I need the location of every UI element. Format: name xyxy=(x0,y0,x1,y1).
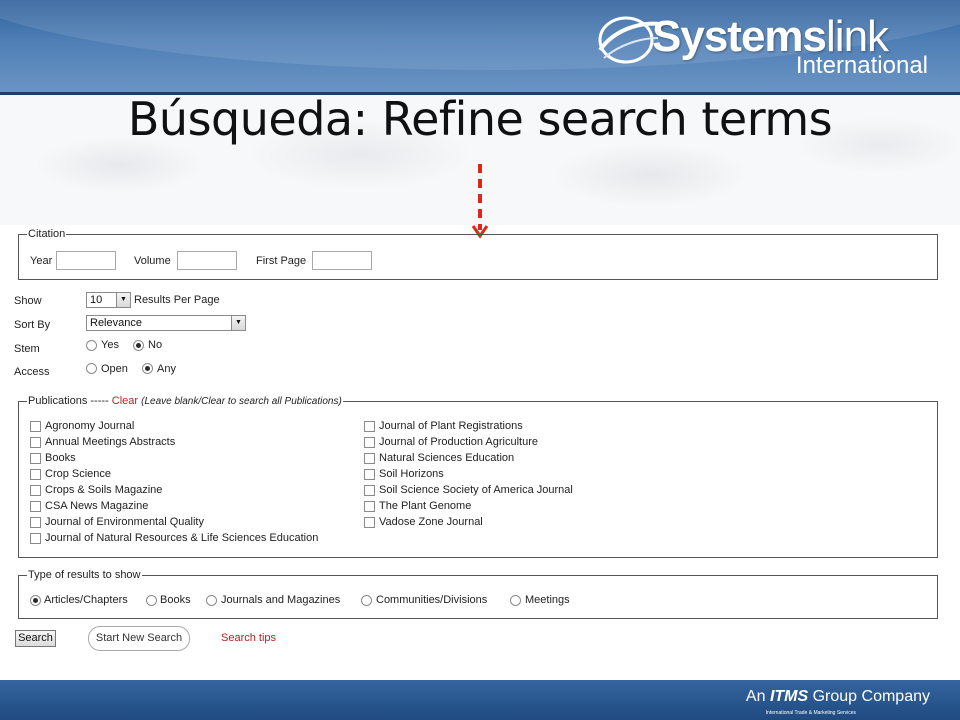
footer-band: An ITMS Group Company International Trad… xyxy=(0,680,960,720)
access-any-radio[interactable] xyxy=(142,363,153,374)
company-tagline: An ITMS Group Company xyxy=(746,688,930,706)
tagline-small-print: International Trade & Marketing Services xyxy=(765,710,856,716)
publication-checkbox[interactable] xyxy=(30,485,41,496)
result-type-label: Books xyxy=(160,594,191,606)
year-label: Year xyxy=(30,255,53,267)
search-form: Citation Year Volume First Page Show 10 … xyxy=(0,0,960,720)
publications-note: (Leave blank/Clear to search all Publica… xyxy=(141,396,342,407)
sort-by-label: Sort By xyxy=(14,319,51,331)
publication-label: Soil Science Society of America Journal xyxy=(379,484,573,496)
result-type-label: Meetings xyxy=(525,594,570,606)
publication-checkbox[interactable] xyxy=(30,421,41,432)
sort-by-select[interactable]: Relevance ▼ xyxy=(86,315,246,331)
tagline-suffix: Group Company xyxy=(812,688,930,705)
chevron-down-icon[interactable]: ▼ xyxy=(231,316,245,330)
publication-checkbox[interactable] xyxy=(30,501,41,512)
publication-checkbox[interactable] xyxy=(364,437,375,448)
publication-label: Books xyxy=(45,452,76,464)
publication-label: Crops & Soils Magazine xyxy=(45,484,163,496)
stem-label: Stem xyxy=(14,343,40,355)
results-per-page-select[interactable]: 10 ▼ xyxy=(86,292,131,308)
result-type-label: Journals and Magazines xyxy=(221,594,341,606)
citation-fieldset: Citation xyxy=(18,228,938,280)
itms-logo-text: ITMS xyxy=(769,688,809,705)
publication-label: Natural Sciences Education xyxy=(379,452,515,464)
publication-label: CSA News Magazine xyxy=(45,500,149,512)
result-type-radio-communities[interactable] xyxy=(361,595,372,606)
publication-checkbox[interactable] xyxy=(30,517,41,528)
publication-label: Journal of Natural Resources & Life Scie… xyxy=(45,532,319,544)
results-per-page-value: 10 xyxy=(90,294,103,306)
first-page-input[interactable] xyxy=(312,251,372,270)
search-button[interactable]: Search xyxy=(15,630,56,647)
publication-checkbox[interactable] xyxy=(364,517,375,528)
volume-label: Volume xyxy=(134,255,171,267)
stem-no-radio[interactable] xyxy=(133,340,144,351)
publication-checkbox[interactable] xyxy=(364,469,375,480)
publication-label: Agronomy Journal xyxy=(45,420,135,432)
publications-legend-text: Publications ----- xyxy=(28,395,109,407)
stem-no-label: No xyxy=(148,339,163,351)
publication-checkbox[interactable] xyxy=(364,421,375,432)
result-types-legend: Type of results to show xyxy=(28,569,141,581)
publication-checkbox[interactable] xyxy=(364,501,375,512)
year-input[interactable] xyxy=(56,251,116,270)
stem-yes-radio[interactable] xyxy=(86,340,97,351)
chevron-down-icon[interactable]: ▼ xyxy=(116,293,130,307)
stem-yes-label: Yes xyxy=(101,339,119,351)
access-open-radio[interactable] xyxy=(86,363,97,374)
publication-checkbox[interactable] xyxy=(364,453,375,464)
publication-label: Vadose Zone Journal xyxy=(379,516,483,528)
search-tips-link[interactable]: Search tips xyxy=(221,632,276,644)
show-label: Show xyxy=(14,295,42,307)
sort-by-value: Relevance xyxy=(90,317,142,329)
access-label: Access xyxy=(14,366,50,378)
publication-checkbox[interactable] xyxy=(30,437,41,448)
result-type-radio-books[interactable] xyxy=(146,595,157,606)
publication-label: Journal of Environmental Quality xyxy=(45,516,204,528)
publications-legend: Publications ----- Clear (Leave blank/Cl… xyxy=(27,395,343,407)
result-type-label: Articles/Chapters xyxy=(44,594,128,606)
volume-input[interactable] xyxy=(177,251,237,270)
publication-label: The Plant Genome xyxy=(379,500,472,512)
result-type-radio-articles[interactable] xyxy=(30,595,41,606)
publication-checkbox[interactable] xyxy=(30,469,41,480)
publication-checkbox[interactable] xyxy=(30,453,41,464)
access-any-label: Any xyxy=(157,363,176,375)
results-per-page-label: Results Per Page xyxy=(134,294,220,306)
result-type-label: Communities/Divisions xyxy=(376,594,488,606)
clear-publications-link[interactable]: Clear xyxy=(112,395,138,407)
publication-checkbox[interactable] xyxy=(364,485,375,496)
publication-label: Soil Horizons xyxy=(379,468,444,480)
tagline-prefix: An xyxy=(745,688,766,705)
result-type-radio-meetings[interactable] xyxy=(510,595,521,606)
publication-label: Journal of Plant Registrations xyxy=(379,420,523,432)
publication-label: Crop Science xyxy=(45,468,112,480)
result-type-radio-journals[interactable] xyxy=(206,595,217,606)
publication-label: Annual Meetings Abstracts xyxy=(45,436,176,448)
start-new-search-button[interactable]: Start New Search xyxy=(88,626,190,651)
publication-label: Journal of Production Agriculture xyxy=(379,436,538,448)
access-open-label: Open xyxy=(101,363,128,375)
publication-checkbox[interactable] xyxy=(30,533,41,544)
first-page-label: First Page xyxy=(256,255,307,267)
citation-legend: Citation xyxy=(28,228,66,240)
